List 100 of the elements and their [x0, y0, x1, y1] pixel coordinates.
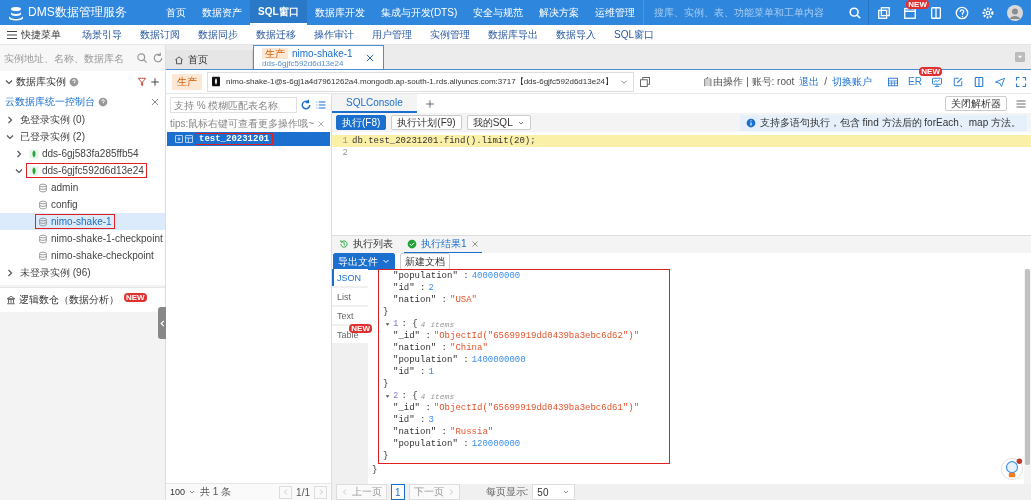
- quick-link[interactable]: 数据迁移: [247, 27, 305, 42]
- console-tab[interactable]: SQLConsole: [332, 94, 417, 113]
- quick-link[interactable]: 用户管理: [363, 27, 421, 42]
- explain-button[interactable]: 执行计划(F9): [391, 115, 462, 130]
- nav-tab[interactable]: 首页: [158, 0, 194, 25]
- nav-tab[interactable]: 数据资产: [194, 0, 250, 25]
- tree-item[interactable]: dds-6gjfc592d6d13e24: [0, 162, 165, 179]
- er-diagram-button[interactable]: ER: [908, 76, 922, 87]
- json-value: 1400000000: [471, 355, 526, 365]
- collapse-triangle-icon[interactable]: [385, 393, 390, 399]
- new-badge: NEW: [906, 0, 929, 9]
- filter-icon[interactable]: [137, 76, 147, 87]
- per-page-select[interactable]: 50: [532, 484, 576, 500]
- tree-item[interactable]: dds-6gj583fa285ffb54: [0, 145, 165, 162]
- tab[interactable]: 首页: [166, 50, 253, 69]
- data-warehouse-link[interactable]: 逻辑数仓（数据分析）: [19, 293, 119, 307]
- json-brace: : {: [401, 319, 418, 329]
- tree-item[interactable]: 未登录实例 (96): [0, 264, 165, 281]
- quick-link[interactable]: 数据库导出: [479, 27, 547, 42]
- instance-search-field[interactable]: 实例地址、名称、数据库名: [4, 52, 148, 64]
- book-icon[interactable]: [973, 75, 985, 88]
- code-editor[interactable]: 1 db.test_20231201.find().limit(20); 2: [332, 132, 1031, 235]
- switch-account-link[interactable]: 切换账户: [832, 74, 873, 89]
- connection-select[interactable]: nimo-shake-1@s-6gj1a4d7961262a4.mongodb.ap-south-1.rds.aliyuncs.com:3717【dds-6gjfc592d6d13e24】: [207, 71, 635, 92]
- send-icon[interactable]: [994, 75, 1006, 88]
- nav-tab[interactable]: SQL窗口: [250, 0, 307, 25]
- caret-icon[interactable]: [6, 115, 14, 124]
- page-size-select[interactable]: 100: [170, 487, 197, 497]
- add-icon[interactable]: [150, 76, 160, 87]
- refresh-icon[interactable]: [152, 52, 164, 64]
- tree-item[interactable]: nimo-shake-checkpoint: [0, 247, 165, 264]
- history-icon: [339, 239, 349, 249]
- nav-tab[interactable]: 集成与开发(DTS): [372, 0, 466, 25]
- tab[interactable]: 生产 nimo-shake-1 dds-6gjfc592d6d13e24: [253, 45, 384, 69]
- nav-tab[interactable]: 运维管理: [587, 0, 644, 25]
- search-icon[interactable]: [136, 52, 148, 64]
- close-icon[interactable]: [150, 96, 160, 107]
- view-tab[interactable]: JSON: [332, 269, 368, 286]
- new-badge: NEW: [349, 324, 372, 333]
- quick-link[interactable]: 场景引导: [73, 27, 131, 42]
- table-item[interactable]: test_20231201: [167, 132, 330, 146]
- logout-link[interactable]: 退出: [799, 74, 820, 89]
- tree-item[interactable]: nimo-shake-1: [0, 213, 165, 230]
- caret-icon[interactable]: [5, 77, 13, 86]
- close-icon[interactable]: [470, 240, 479, 248]
- tree-item[interactable]: 已登录实例 (2): [0, 128, 165, 145]
- add-icon[interactable]: [424, 98, 435, 109]
- scrollbar-thumb[interactable]: [1025, 269, 1030, 465]
- settings-icon[interactable]: [981, 5, 995, 20]
- quick-link[interactable]: SQL窗口: [605, 27, 663, 42]
- view-tab[interactable]: Text: [332, 307, 368, 324]
- help-icon[interactable]: [69, 76, 79, 87]
- my-sql-dropdown[interactable]: 我的SQL: [466, 115, 531, 130]
- quick-link[interactable]: 数据订阅: [131, 27, 189, 42]
- tree-item[interactable]: config: [0, 196, 165, 213]
- quick-link[interactable]: 数据导入: [547, 27, 605, 42]
- run-button[interactable]: 执行(F8): [336, 115, 387, 130]
- quick-menu-button[interactable]: 快捷菜单: [0, 27, 73, 42]
- tree-item[interactable]: nimo-shake-1-checkpoint: [0, 230, 165, 247]
- brand-logo[interactable]: DMS数据管理服务: [0, 4, 158, 21]
- tree-item[interactable]: 免登录实例 (0): [0, 111, 165, 128]
- caret-icon[interactable]: [6, 268, 14, 277]
- close-icon[interactable]: [364, 52, 375, 63]
- global-search-field[interactable]: 搜库、实例、表、功能菜单和工单内容: [643, 0, 869, 25]
- menu-icon[interactable]: [1015, 97, 1027, 110]
- caret-icon[interactable]: [15, 166, 23, 175]
- search-icon[interactable]: [848, 5, 862, 20]
- nav-tab[interactable]: 解决方案: [531, 0, 588, 25]
- help-icon[interactable]: [98, 96, 108, 107]
- close-parser-button[interactable]: 关闭解析器: [945, 96, 1007, 111]
- caret-icon[interactable]: [15, 149, 23, 158]
- copy-icon[interactable]: [639, 75, 652, 88]
- info-icon: [745, 117, 756, 128]
- caret-icon[interactable]: [6, 132, 14, 141]
- tree-item[interactable]: admin: [0, 179, 165, 196]
- expand-icon[interactable]: [175, 135, 183, 143]
- json-key: "_id" :: [393, 403, 431, 413]
- monitor-icon[interactable]: [931, 75, 943, 88]
- fullscreen-icon[interactable]: [1015, 75, 1027, 88]
- current-page-button[interactable]: 1: [391, 484, 405, 500]
- view-tab[interactable]: List: [332, 288, 368, 305]
- quick-link[interactable]: 实例管理: [421, 27, 479, 42]
- quick-link[interactable]: 数据同步: [189, 27, 247, 42]
- result-tab[interactable]: 执行列表: [336, 236, 396, 253]
- nav-tab[interactable]: 数据库开发: [306, 0, 373, 25]
- table-search-field[interactable]: 支持 % 模糊匹配表名称: [170, 97, 297, 113]
- close-icon[interactable]: [317, 120, 326, 128]
- line-number: 2: [341, 148, 349, 158]
- copy-icon[interactable]: [877, 5, 891, 20]
- collapse-handle[interactable]: [158, 307, 166, 339]
- database-icon: [38, 216, 48, 227]
- refresh-icon[interactable]: [300, 99, 312, 111]
- help-icon[interactable]: [955, 5, 969, 20]
- tree-label: dds-6gj583fa285ffb54: [26, 146, 142, 161]
- avatar-icon[interactable]: [1007, 4, 1023, 21]
- table-icon[interactable]: [887, 75, 900, 88]
- collapse-triangle-icon[interactable]: [385, 321, 390, 327]
- quick-link[interactable]: 操作审计: [305, 27, 363, 42]
- edit-icon[interactable]: [952, 75, 964, 88]
- nav-tab[interactable]: 安全与规范: [465, 0, 532, 25]
